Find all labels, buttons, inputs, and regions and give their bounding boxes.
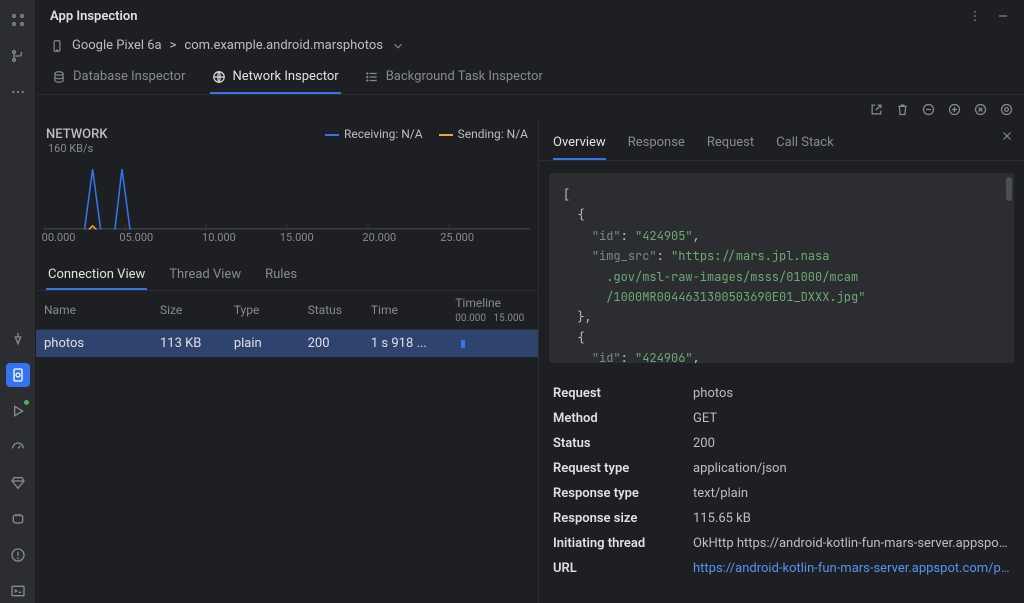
titlebar: App Inspection (36, 0, 1024, 32)
overview-details: Requestphotos MethodGET Status200 Reques… (539, 373, 1024, 595)
zoom-in-icon[interactable] (946, 101, 962, 117)
col-timeline[interactable]: Timeline 00.000 15.000 (447, 291, 538, 330)
chart-subtitle: 160 KB/s (46, 142, 108, 155)
connection-tabs: Connection View Thread View Rules (36, 255, 538, 291)
rail-icon-app-inspection[interactable] (6, 363, 30, 387)
window-title: App Inspection (50, 9, 968, 24)
detail-tab-overview[interactable]: Overview (553, 127, 606, 160)
tab-network-inspector[interactable]: Network Inspector (210, 61, 341, 94)
settings-icon[interactable] (998, 101, 1014, 117)
chart-x-ticks: 00.000 05.000 10.000 15.000 20.000 25.00… (44, 231, 530, 249)
device-name: Google Pixel 6a (72, 38, 162, 53)
zoom-out-icon[interactable] (920, 101, 936, 117)
table-header-row: Name Size Type Status Time Timeline 00.0… (36, 291, 538, 330)
url-link[interactable]: https://android-kotlin-fun-mars-server.a… (693, 561, 1010, 576)
kv-resptype: Response typetext/plain (553, 481, 1010, 506)
tab-label: Background Task Inspector (386, 69, 543, 84)
process-name: com.example.android.marsphotos (184, 38, 383, 53)
chevron-down-icon (391, 39, 405, 53)
conn-tab-rules[interactable]: Rules (263, 261, 299, 290)
col-size[interactable]: Size (152, 291, 226, 330)
detail-tab-request[interactable]: Request (707, 127, 754, 160)
conn-tab-connection-view[interactable]: Connection View (46, 261, 147, 290)
rail-icon-logcat[interactable] (6, 507, 30, 531)
kv-thread: Initiating threadOkHttp https://android-… (553, 531, 1010, 556)
zoom-reset-icon[interactable] (972, 101, 988, 117)
rail-icon-more[interactable] (6, 80, 30, 104)
list-icon (365, 70, 379, 84)
kv-request: Requestphotos (553, 381, 1010, 406)
tab-background-task-inspector[interactable]: Background Task Inspector (363, 61, 545, 94)
kv-url: URLhttps://android-kotlin-fun-mars-serve… (553, 556, 1010, 581)
minimize-icon[interactable] (996, 9, 1010, 23)
rail-icon-problems[interactable] (6, 543, 30, 567)
breadcrumb-sep: > (170, 38, 177, 53)
detail-tabs: Overview Response Request Call Stack (539, 121, 1024, 161)
export-icon[interactable] (868, 101, 884, 117)
cell-time: 1 s 918 ... (363, 330, 447, 358)
scrollbar[interactable] (1006, 177, 1012, 201)
close-icon[interactable] (1000, 129, 1014, 147)
network-toolbar (36, 95, 1024, 121)
kv-status: Status200 (553, 431, 1010, 456)
process-selector[interactable]: Google Pixel 6a > com.example.android.ma… (36, 32, 1024, 61)
delete-icon[interactable] (894, 101, 910, 117)
requests-table: Name Size Type Status Time Timeline 00.0… (36, 291, 538, 603)
col-time[interactable]: Time (363, 291, 447, 330)
kv-reqtype: Request typeapplication/json (553, 456, 1010, 481)
cell-timeline (447, 330, 538, 358)
device-icon (50, 39, 64, 53)
rail-icon-run[interactable] (6, 399, 30, 423)
col-name[interactable]: Name (36, 291, 152, 330)
tab-database-inspector[interactable]: Database Inspector (50, 61, 188, 94)
kv-respsize: Response size115.65 kB (553, 506, 1010, 531)
rail-icon-vcs[interactable] (6, 44, 30, 68)
response-preview[interactable]: [ { "id": "424905", "img_src": "https://… (549, 173, 1014, 363)
tool-window-rail (0, 0, 36, 603)
database-icon (52, 70, 66, 84)
chart-title: NETWORK (46, 127, 108, 142)
cell-name: photos (36, 330, 152, 358)
cell-status: 200 (300, 330, 363, 358)
table-row[interactable]: photos 113 KB plain 200 1 s 918 ... (36, 330, 538, 358)
detail-tab-response[interactable]: Response (628, 127, 685, 160)
chart-plot[interactable] (44, 159, 530, 229)
chart-legend: Receiving: N/A Sending: N/A (325, 127, 528, 141)
conn-tab-thread-view[interactable]: Thread View (167, 261, 243, 290)
network-chart[interactable]: NETWORK 160 KB/s Receiving: N/A Sending:… (36, 121, 538, 255)
detail-tab-callstack[interactable]: Call Stack (776, 127, 834, 160)
col-type[interactable]: Type (226, 291, 300, 330)
inspector-tabs: Database Inspector Network Inspector Bac… (36, 61, 1024, 95)
globe-icon (212, 70, 226, 84)
cell-size: 113 KB (152, 330, 226, 358)
rail-icon-terminal[interactable] (6, 579, 30, 603)
more-options-icon[interactable] (968, 9, 982, 23)
kv-method: MethodGET (553, 406, 1010, 431)
rail-icon-structure[interactable] (6, 8, 30, 32)
tab-label: Database Inspector (73, 69, 186, 84)
tab-label: Network Inspector (233, 69, 339, 84)
rail-icon-build[interactable] (6, 327, 30, 351)
cell-type: plain (226, 330, 300, 358)
rail-icon-ruby[interactable] (6, 471, 30, 495)
col-status[interactable]: Status (300, 291, 363, 330)
rail-icon-profiler[interactable] (6, 435, 30, 459)
